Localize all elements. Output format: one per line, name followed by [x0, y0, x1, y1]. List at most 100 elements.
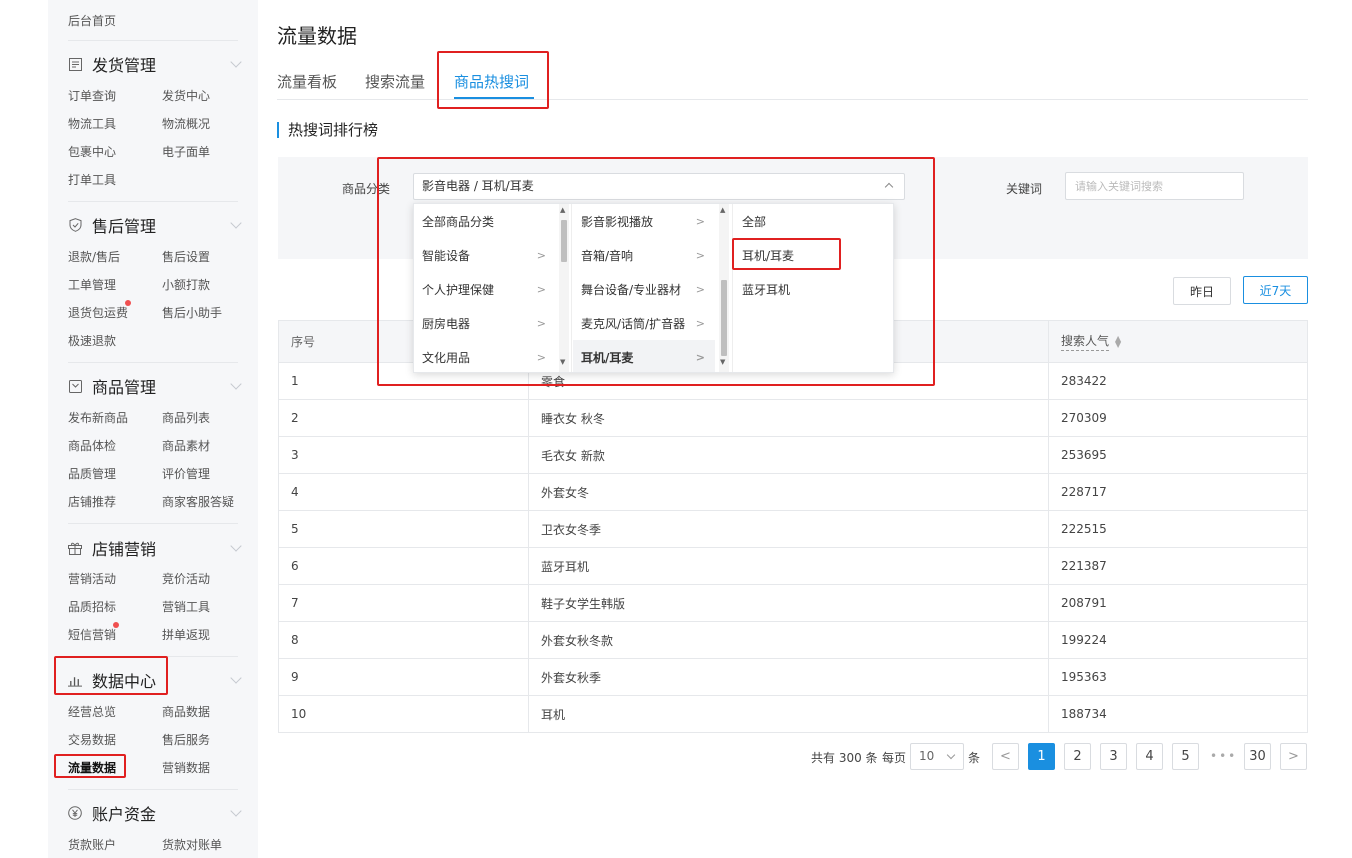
sidebar-item-product-list[interactable]: 商品列表	[162, 409, 210, 426]
tab-hot-search-words[interactable]: 商品热搜词	[454, 71, 529, 92]
cascader-option[interactable]: 个人护理保健 >	[414, 272, 556, 306]
sidebar-item-store-recommend[interactable]: 店铺推荐	[68, 493, 116, 510]
sort-popularity[interactable]: 搜索人气 ▲ ▼	[1049, 321, 1307, 362]
cascader-option[interactable]: 厨房电器 >	[414, 306, 556, 340]
section-header-data-center[interactable]: 数据中心	[68, 668, 242, 692]
scroll-up-icon[interactable]: ▲	[720, 206, 725, 214]
sidebar-divider	[68, 789, 238, 790]
pagination-per-page-label: 每页	[882, 751, 907, 765]
keyword-input[interactable]	[1065, 172, 1244, 200]
category-cascader[interactable]: 影音电器 / 耳机/耳麦	[413, 173, 905, 200]
section-header-products[interactable]: 商品管理	[68, 374, 242, 398]
next-page-button[interactable]: >	[1280, 743, 1307, 770]
cascader-column-1: 全部商品分类 智能设备 > 个人护理保健 > 厨房电器 > 文化用品 > ▲ ▼	[414, 204, 572, 372]
sidebar-item-customer-qa[interactable]: 商家客服答疑	[162, 493, 234, 510]
sidebar-item-campaigns[interactable]: 营销活动	[68, 570, 116, 587]
sidebar-item-sms-marketing[interactable]: 短信营销	[68, 626, 116, 643]
chevron-right-icon: >	[695, 282, 705, 296]
chevron-down-icon	[230, 805, 242, 817]
cascader-option[interactable]: 麦克风/话筒/扩音器 >	[573, 306, 715, 340]
section-header-marketing[interactable]: 店铺营销	[68, 536, 242, 560]
yesterday-button[interactable]: 昨日	[1173, 277, 1231, 305]
cascader-option[interactable]: 影音影视播放 >	[573, 204, 715, 238]
sidebar-item-logistics-overview[interactable]: 物流概况	[162, 115, 210, 132]
sidebar-item-marketing-tools[interactable]: 营销工具	[162, 598, 210, 615]
chevron-right-icon: >	[536, 350, 546, 364]
cascader-option[interactable]: 全部商品分类	[414, 204, 556, 238]
sidebar-item-parcel-center[interactable]: 包裹中心	[68, 143, 116, 160]
page-button-1[interactable]: 1	[1028, 743, 1055, 770]
section-header-after-sales[interactable]: 售后管理	[68, 213, 242, 237]
scroll-up-icon[interactable]: ▲	[560, 206, 565, 214]
sidebar-item-group-cashback[interactable]: 拼单返现	[162, 626, 210, 643]
sidebar-item-business-overview[interactable]: 经营总览	[68, 703, 116, 720]
keyword-cell: 耳机	[529, 696, 1049, 732]
scroll-down-icon[interactable]: ▼	[560, 358, 565, 366]
sidebar-divider	[68, 656, 238, 657]
sidebar-item-shipping-center[interactable]: 发货中心	[162, 87, 210, 104]
keyword-cell: 外套女秋冬款	[529, 622, 1049, 658]
scroll-thumb[interactable]	[561, 220, 567, 262]
chevron-down-icon	[230, 56, 242, 68]
notification-dot	[113, 622, 119, 628]
sidebar-home-link[interactable]: 后台首页	[68, 12, 116, 29]
page-button-5[interactable]: 5	[1172, 743, 1199, 770]
sidebar-item-print-tool[interactable]: 打单工具	[68, 171, 116, 188]
sidebar-item-after-sales-service[interactable]: 售后服务	[162, 731, 210, 748]
page-size-select[interactable]: 10	[910, 743, 964, 770]
sidebar-item-bidding[interactable]: 竞价活动	[162, 570, 210, 587]
keyword-cell: 睡衣女 秋冬	[529, 400, 1049, 436]
cascader-option[interactable]: 蓝牙耳机	[734, 272, 876, 306]
sidebar-item-new-product[interactable]: 发布新商品	[68, 409, 128, 426]
sidebar-item-fast-refund[interactable]: 极速退款	[68, 332, 116, 349]
sidebar-item-transaction-data[interactable]: 交易数据	[68, 731, 116, 748]
sidebar-item-product-check[interactable]: 商品体检	[68, 437, 116, 454]
cascader-option-selected[interactable]: 耳机/耳麦	[734, 238, 876, 272]
sidebar-item-refunds[interactable]: 退款/售后	[68, 248, 120, 265]
section-header-account-funds[interactable]: 账户资金	[68, 801, 242, 825]
sidebar-item-traffic-data[interactable]: 流量数据	[68, 759, 116, 776]
sidebar-item-small-payment[interactable]: 小额打款	[162, 276, 210, 293]
sidebar-item-payment-statement[interactable]: 货款对账单	[162, 836, 222, 853]
last-7-days-button[interactable]: 近7天	[1243, 276, 1308, 304]
scrollbar[interactable]: ▲ ▼	[559, 204, 569, 372]
chevron-down-icon	[230, 217, 242, 229]
sidebar-item-payment-account[interactable]: 货款账户	[68, 836, 116, 853]
page-button-30[interactable]: 30	[1244, 743, 1271, 770]
sidebar-item-reviews[interactable]: 评价管理	[162, 465, 210, 482]
popularity-cell: 228717	[1061, 485, 1107, 499]
table-row: 7 鞋子女学生韩版 208791	[279, 585, 1307, 622]
scrollbar[interactable]: ▲ ▼	[719, 204, 729, 372]
sidebar-item-quality[interactable]: 品质管理	[68, 465, 116, 482]
tab-search-traffic[interactable]: 搜索流量	[365, 71, 425, 92]
sidebar-item-logistics-tools[interactable]: 物流工具	[68, 115, 116, 132]
prev-page-button[interactable]: <	[992, 743, 1019, 770]
cascader-option[interactable]: 文化用品 >	[414, 340, 556, 372]
cascader-option[interactable]: 智能设备 >	[414, 238, 556, 272]
sidebar-item-tickets[interactable]: 工单管理	[68, 276, 116, 293]
sidebar-item-order-query[interactable]: 订单查询	[68, 87, 116, 104]
cascader-option-selected[interactable]: 耳机/耳麦 >	[573, 340, 715, 372]
sidebar-item-after-sales-settings[interactable]: 售后设置	[162, 248, 210, 265]
cascader-option[interactable]: 全部	[734, 204, 876, 238]
page-button-2[interactable]: 2	[1064, 743, 1091, 770]
sidebar-item-e-waybill[interactable]: 电子面单	[162, 143, 210, 160]
section-header-shipping[interactable]: 发货管理	[68, 52, 242, 76]
tab-traffic-dashboard[interactable]: 流量看板	[277, 71, 337, 92]
sidebar-divider	[68, 362, 238, 363]
page-button-4[interactable]: 4	[1136, 743, 1163, 770]
sidebar-item-return-shipping[interactable]: 退货包运费	[68, 304, 128, 321]
chevron-right-icon: >	[695, 214, 705, 228]
sidebar-item-product-assets[interactable]: 商品素材	[162, 437, 210, 454]
sidebar-item-product-data[interactable]: 商品数据	[162, 703, 210, 720]
page-button-3[interactable]: 3	[1100, 743, 1127, 770]
cascader-option[interactable]: 舞台设备/专业器材 >	[573, 272, 715, 306]
scroll-thumb[interactable]	[721, 280, 727, 356]
sidebar-item-quality-bids[interactable]: 品质招标	[68, 598, 116, 615]
document-list-icon	[68, 57, 82, 71]
cascader-option[interactable]: 音箱/音响 >	[573, 238, 715, 272]
sidebar-item-marketing-data[interactable]: 营销数据	[162, 759, 210, 776]
scroll-down-icon[interactable]: ▼	[720, 358, 725, 366]
rank-cell: 4	[279, 474, 529, 510]
sidebar-item-after-sales-assistant[interactable]: 售后小助手	[162, 304, 222, 321]
